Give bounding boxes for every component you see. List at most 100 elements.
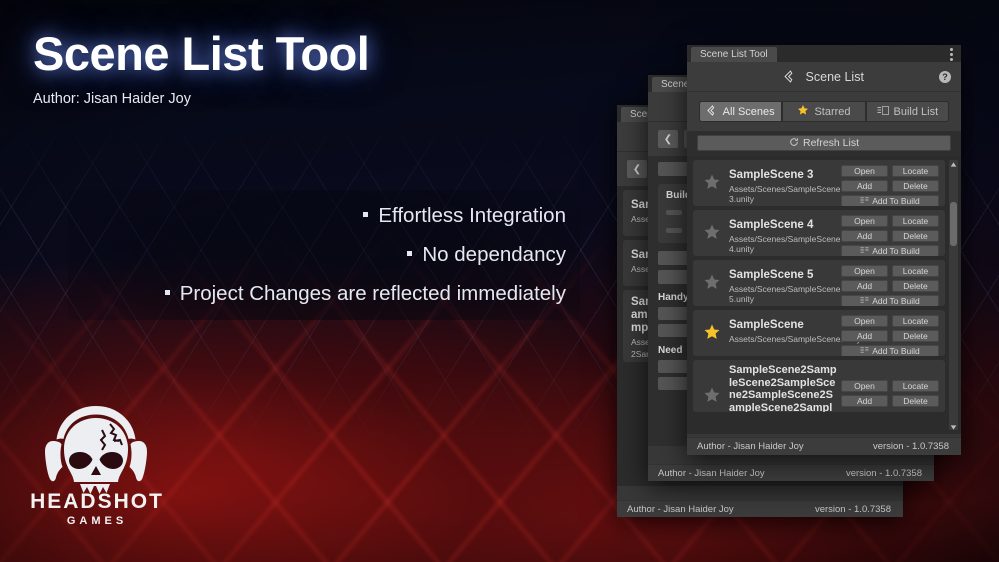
locate-button[interactable]: Locate xyxy=(892,215,939,227)
scene-path: Assets/Scenes/SampleScene.unity xyxy=(729,334,861,344)
footer-version: version - 1.0.7358 xyxy=(872,441,949,452)
delete-button[interactable]: Delete xyxy=(892,280,939,292)
scene-path: Assets/Scenes/SampleScene 3.unity xyxy=(729,184,841,204)
footer-version: version - 1.0.7358 xyxy=(814,504,891,515)
list-item: Effortless Integration xyxy=(68,196,580,235)
list-item: Project Changes are reflected immediatel… xyxy=(68,274,580,313)
footer-author: Author - Jisan Haider Joy xyxy=(627,504,734,515)
open-button[interactable]: Open xyxy=(841,165,888,177)
scrollbar-thumb[interactable] xyxy=(950,202,957,246)
add-to-build-button[interactable]: Add To Build xyxy=(841,245,939,256)
window-header-title-row: Scene List xyxy=(687,70,961,86)
table-row[interactable]: SampleScene 4 Assets/Scenes/SampleScene … xyxy=(693,210,945,256)
scene-name: SampleScene 3 xyxy=(729,169,814,181)
help-icon[interactable]: ? xyxy=(939,71,951,83)
toggle-track[interactable] xyxy=(666,210,682,215)
scene-list-tool-window[interactable]: Scene List Tool Scene List ? All Scenes xyxy=(687,45,961,455)
build-list-icon xyxy=(860,246,869,256)
locate-button[interactable]: Locate xyxy=(892,380,939,392)
delete-button[interactable]: Delete xyxy=(892,395,939,407)
add-to-build-label: Add To Build xyxy=(872,246,920,256)
add-button[interactable]: Add xyxy=(841,280,888,292)
feature-label: Project Changes are reflected immediatel… xyxy=(179,281,566,305)
window-tab-scene-list-tool[interactable]: Scene List Tool xyxy=(691,47,777,62)
bullet-icon xyxy=(407,250,413,256)
bullet-icon xyxy=(363,211,369,217)
window-header-title: Scene List xyxy=(805,70,864,84)
table-row[interactable]: SampleScene Assets/Scenes/SampleScene.un… xyxy=(693,310,945,356)
title-block: Scene List Tool Author: Jisan Haider Joy xyxy=(33,26,370,107)
add-to-build-label: Add To Build xyxy=(872,196,920,206)
tab-all-scenes[interactable]: All Scenes xyxy=(699,101,783,122)
add-to-build-label: Add To Build xyxy=(872,346,920,356)
feature-list: Effortless Integration No dependancy Pro… xyxy=(68,196,580,313)
star-icon xyxy=(797,104,809,119)
refresh-list-button[interactable]: Refresh List xyxy=(697,135,951,151)
star-icon[interactable] xyxy=(703,173,721,191)
tab-all-scenes-label: All Scenes xyxy=(722,105,775,118)
slide-canvas: Scene List Tool Author: Jisan Haider Joy… xyxy=(0,0,999,562)
tab-starred[interactable]: Starred xyxy=(782,101,866,122)
locate-button[interactable]: Locate xyxy=(892,315,939,327)
logo-brand: HEADSHOT xyxy=(30,490,164,513)
star-icon[interactable] xyxy=(703,386,721,404)
scene-meta: SampleScene 5 Assets/Scenes/SampleScene … xyxy=(729,269,841,304)
window-tabbar: Scene List Tool xyxy=(687,45,961,62)
scene-name: SampleScene 5 xyxy=(729,269,814,281)
scene-name: SampleScene xyxy=(729,319,804,331)
add-button[interactable]: Add xyxy=(841,330,888,342)
scroll-down-arrow-icon[interactable] xyxy=(950,423,957,430)
table-row[interactable]: SampleScene 5 Assets/Scenes/SampleScene … xyxy=(693,260,945,306)
window-toolbar: All Scenes Starred Build List xyxy=(687,92,961,131)
delete-button[interactable]: Delete xyxy=(892,230,939,242)
footer-author: Author - Jisan Haider Joy xyxy=(697,441,804,452)
row-actions: Open Locate Add Delete xyxy=(841,380,939,410)
row-actions: Open Locate Add Delete Add To Build xyxy=(841,315,939,356)
table-row[interactable]: SampleScene2SampleScene2SampleScene2Samp… xyxy=(693,360,945,412)
build-list-icon xyxy=(860,296,869,306)
locate-button[interactable]: Locate xyxy=(892,165,939,177)
row-actions: Open Locate Add Delete Add To Build xyxy=(841,215,939,256)
star-icon[interactable] xyxy=(703,323,721,341)
unity-logo-icon xyxy=(706,104,718,119)
add-button[interactable]: Add xyxy=(841,180,888,192)
delete-button[interactable]: Delete xyxy=(892,180,939,192)
scene-path: Assets/Scenes/SampleScene 4.unity xyxy=(729,234,841,254)
window-footer: Author - Jisan Haider Joy version - 1.0.… xyxy=(687,437,961,455)
row-actions: Open Locate Add Delete Add To Build xyxy=(841,165,939,206)
add-to-build-button[interactable]: Add To Build xyxy=(841,295,939,306)
feature-label: Effortless Integration xyxy=(378,203,566,227)
kebab-menu-icon[interactable] xyxy=(950,48,953,63)
tab-starred-label: Starred xyxy=(814,105,851,118)
scene-list: SampleScene 3 Assets/Scenes/SampleScene … xyxy=(687,156,961,434)
bullet-icon xyxy=(164,289,170,295)
locate-button[interactable]: Locate xyxy=(892,265,939,277)
add-to-build-button[interactable]: Add To Build xyxy=(841,195,939,206)
add-button[interactable]: Add xyxy=(841,395,888,407)
star-icon[interactable] xyxy=(703,273,721,291)
footer-author: Author - Jisan Haider Joy xyxy=(658,468,765,479)
scrollbar[interactable] xyxy=(949,160,958,430)
toggle-track[interactable] xyxy=(666,228,682,233)
add-button[interactable]: Add xyxy=(841,230,888,242)
back-arrow-icon[interactable]: ❮ xyxy=(627,160,647,178)
delete-button[interactable]: Delete xyxy=(892,330,939,342)
star-icon[interactable] xyxy=(703,223,721,241)
open-button[interactable]: Open xyxy=(841,265,888,277)
add-to-build-button[interactable]: Add To Build xyxy=(841,345,939,356)
open-button[interactable]: Open xyxy=(841,380,888,392)
logo-sub: GAMES xyxy=(66,515,128,527)
scene-path: Assets/Scenes/SampleScene 5.unity xyxy=(729,284,841,304)
view-tabs: All Scenes Starred Build List xyxy=(699,101,949,122)
scroll-up-arrow-icon[interactable] xyxy=(950,160,957,167)
open-button[interactable]: Open xyxy=(841,215,888,227)
tab-build-list[interactable]: Build List xyxy=(865,101,949,122)
build-list-icon xyxy=(860,346,869,356)
refresh-row: Refresh List xyxy=(687,131,961,156)
feature-label: No dependancy xyxy=(422,242,566,266)
table-row[interactable]: SampleScene 3 Assets/Scenes/SampleScene … xyxy=(693,160,945,206)
back-window-footer: Author - Jisan Haider Joy version - 1.0.… xyxy=(617,500,903,517)
row-actions: Open Locate Add Delete Add To Build xyxy=(841,265,939,306)
open-button[interactable]: Open xyxy=(841,315,888,327)
back-arrow-icon[interactable]: ❮ xyxy=(658,130,678,148)
